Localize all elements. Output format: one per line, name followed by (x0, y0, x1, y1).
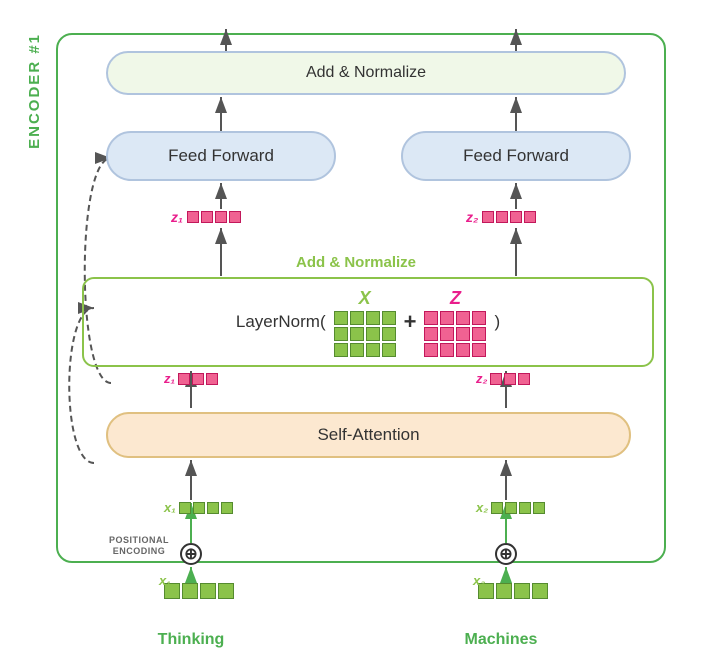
layernorm-box: LayerNorm( X + Z ) (82, 277, 654, 367)
plus-circle-right: ⊕ (495, 543, 517, 565)
diagram-container: ENCODER #1 (16, 13, 696, 653)
x1-bottom-label: x₁ (159, 573, 171, 588)
z1-blocks (187, 211, 241, 223)
z1-group: z₁ (171, 209, 241, 225)
plus-sign: + (404, 309, 417, 335)
plus-circle-left: ⊕ (180, 543, 202, 565)
z2-label: z₂ (466, 209, 478, 225)
word1-label: Thinking (146, 631, 236, 649)
add-norm-inner-label: Add & Normalize (296, 254, 416, 271)
z2-group: z₂ (466, 209, 536, 225)
x-matrix (334, 311, 396, 357)
z2-input-group: z₂ (476, 371, 530, 386)
x2-bottom-label: x₂ (473, 573, 485, 588)
x1-bottom-group (164, 583, 234, 599)
x-matrix-label: X (359, 288, 371, 309)
x1-inside-group: x₁ (164, 500, 233, 515)
x2-bottom-group (478, 583, 548, 599)
add-norm-outer: Add & Normalize (106, 51, 626, 95)
word2-label: Machines (451, 631, 551, 649)
z1-label: z₁ (171, 209, 183, 225)
x2-inside-group: x₂ (476, 500, 545, 515)
feed-forward-right: Feed Forward (401, 131, 631, 181)
z-matrix (424, 311, 486, 357)
pos-enc-label: POSITIONALENCODING (104, 535, 174, 557)
z-matrix-label: Z (450, 288, 461, 309)
self-attention-box: Self-Attention (106, 412, 631, 458)
z1-input-group: z₁ (164, 371, 218, 386)
z2-blocks (482, 211, 536, 223)
feed-forward-left: Feed Forward (106, 131, 336, 181)
encoder-label: ENCODER #1 (26, 33, 43, 149)
